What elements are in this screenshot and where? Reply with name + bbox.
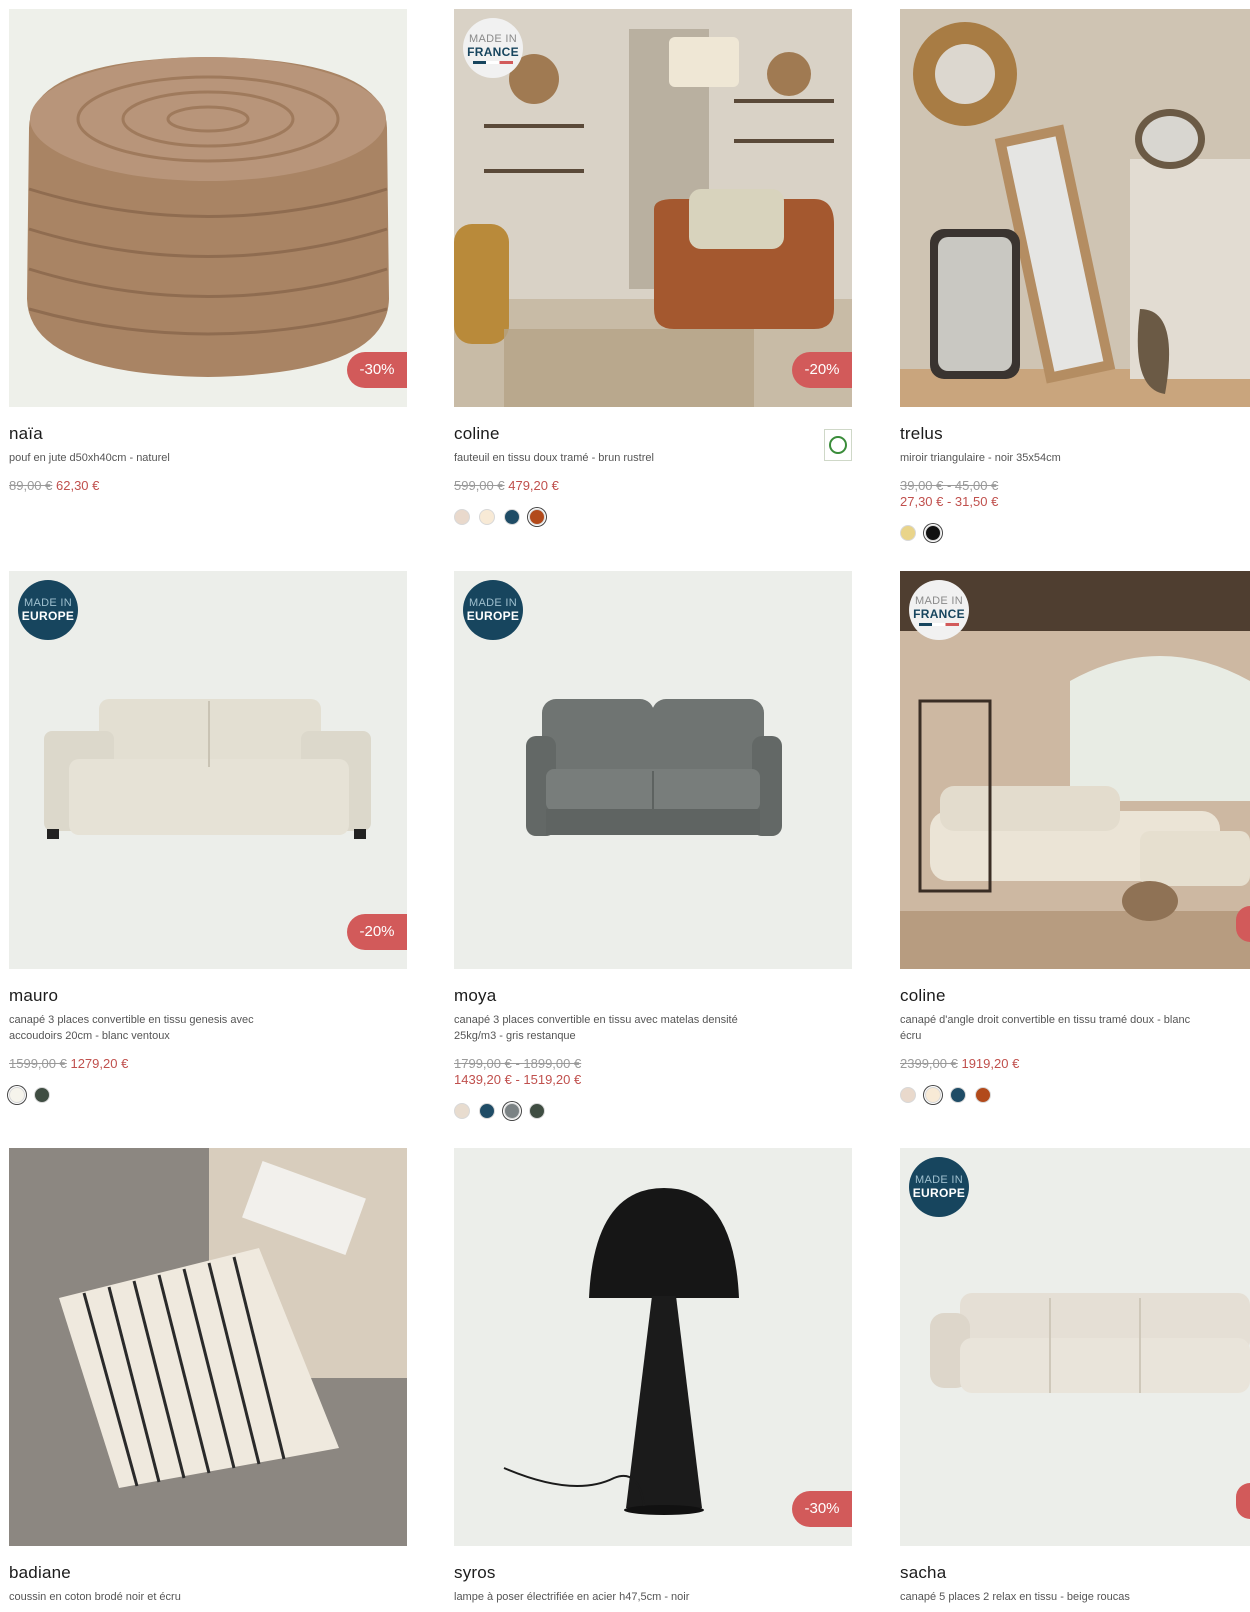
- color-swatch[interactable]: [975, 1086, 991, 1103]
- color-swatch[interactable]: [454, 1102, 470, 1119]
- new-price: 1919,20 €: [961, 1056, 1020, 1071]
- made-in-europe-badge: MADE IN EUROPE: [909, 1157, 969, 1217]
- color-swatch[interactable]: [529, 1102, 545, 1119]
- new-price: 62,30 €: [56, 478, 100, 493]
- old-price: 1799,00 € - 1899,00 €: [454, 1056, 582, 1071]
- made-in-europe-badge: MADE IN EUROPE: [463, 580, 523, 640]
- color-swatch[interactable]: [34, 1086, 50, 1103]
- product-card[interactable]: trelus miroir triangulaire - noir 35x54c…: [900, 9, 1250, 544]
- discount-badge-cut: [1236, 1483, 1250, 1519]
- color-swatch[interactable]: [454, 508, 470, 525]
- product-description: miroir triangulaire - noir 35x54cm: [900, 452, 1061, 464]
- product-description: canapé 3 places convertible en tissu ave…: [454, 1014, 738, 1042]
- mirrors-image: [900, 9, 1250, 407]
- french-flag-stripe: [919, 622, 959, 626]
- color-swatch[interactable]: [925, 1086, 941, 1103]
- made-in-france-badge: MADE IN FRANCE: [463, 18, 523, 78]
- color-swatches: [900, 1086, 1250, 1106]
- old-price: 39,00 € - 45,00 €: [900, 478, 999, 493]
- french-flag-stripe: [473, 60, 513, 64]
- color-swatches: [9, 1086, 407, 1106]
- product-card[interactable]: -30% naïa pouf en jute d50xh40cm - natur…: [9, 9, 407, 494]
- old-price: 89,00 €: [9, 478, 53, 493]
- new-price: 1279,20 €: [70, 1056, 129, 1071]
- color-swatch[interactable]: [900, 524, 916, 541]
- product-description: pouf en jute d50xh40cm - naturel: [9, 452, 170, 464]
- product-description: coussin en coton brodé noir et écru: [9, 1591, 181, 1603]
- product-name[interactable]: coline: [454, 424, 852, 446]
- old-price: 599,00 €: [454, 478, 505, 493]
- color-swatches: [900, 524, 1250, 544]
- color-swatch[interactable]: [504, 1102, 520, 1119]
- color-swatch[interactable]: [900, 1086, 916, 1103]
- product-price: 599,00 € 479,20 €: [454, 478, 852, 494]
- product-price: 89,00 € 62,30 €: [9, 478, 407, 494]
- jute-pouf-image: [9, 9, 407, 407]
- discount-badge: -30%: [347, 352, 407, 388]
- product-name[interactable]: sacha: [900, 1563, 1250, 1585]
- color-swatch[interactable]: [925, 524, 941, 541]
- striped-cushion-image: [9, 1148, 407, 1546]
- product-card[interactable]: -30% syros lampe à poser électrifiée en …: [454, 1148, 852, 1605]
- product-name[interactable]: trelus: [900, 424, 1250, 446]
- product-card[interactable]: MADE IN FRANCE coline canapé d'angle dro…: [900, 571, 1250, 1106]
- color-swatch[interactable]: [9, 1086, 25, 1103]
- pefc-label-icon: [824, 429, 852, 461]
- product-image[interactable]: [9, 1148, 407, 1546]
- new-price: 479,20 €: [508, 478, 559, 493]
- product-image[interactable]: MADE IN FRANCE -20%: [454, 9, 852, 407]
- color-swatch[interactable]: [529, 508, 545, 525]
- product-name[interactable]: moya: [454, 986, 852, 1008]
- product-image[interactable]: MADE IN FRANCE: [900, 571, 1250, 969]
- product-image[interactable]: -30%: [9, 9, 407, 407]
- made-in-france-badge: MADE IN FRANCE: [909, 580, 969, 640]
- product-image[interactable]: [900, 9, 1250, 407]
- discount-badge: -30%: [792, 1491, 852, 1527]
- color-swatch[interactable]: [504, 508, 520, 525]
- color-swatch[interactable]: [950, 1086, 966, 1103]
- old-price: 1599,00 €: [9, 1056, 67, 1071]
- color-swatch[interactable]: [479, 508, 495, 525]
- discount-badge-cut: [1236, 906, 1250, 942]
- product-description: canapé 5 places 2 relax en tissu - beige…: [900, 1591, 1130, 1603]
- product-image[interactable]: -30%: [454, 1148, 852, 1546]
- product-name[interactable]: coline: [900, 986, 1250, 1008]
- product-price: 2399,00 € 1919,20 €: [900, 1056, 1250, 1072]
- discount-badge: -20%: [792, 352, 852, 388]
- product-description: canapé d'angle droit convertible en tiss…: [900, 1014, 1191, 1042]
- new-price: 27,30 € - 31,50 €: [900, 494, 999, 509]
- product-description: canapé 3 places convertible en tissu gen…: [9, 1014, 254, 1042]
- product-description: lampe à poser électrifiée en acier h47,5…: [454, 1591, 690, 1603]
- color-swatches: [454, 508, 852, 528]
- product-card[interactable]: badiane coussin en coton brodé noir et é…: [9, 1148, 407, 1605]
- product-card[interactable]: MADE IN FRANCE -20% coline fauteuil en t…: [454, 9, 852, 528]
- product-image[interactable]: MADE IN EUROPE: [900, 1148, 1250, 1546]
- old-price: 2399,00 €: [900, 1056, 958, 1071]
- color-swatches: [454, 1102, 852, 1122]
- discount-badge: -20%: [347, 914, 407, 950]
- product-image[interactable]: MADE IN EUROPE: [454, 571, 852, 969]
- made-in-europe-badge: MADE IN EUROPE: [18, 580, 78, 640]
- product-name[interactable]: syros: [454, 1563, 852, 1585]
- product-price: 39,00 € - 45,00 € 27,30 € - 31,50 €: [900, 478, 1250, 510]
- product-card[interactable]: MADE IN EUROPE moya canapé 3 places conv…: [454, 571, 852, 1122]
- product-price: 1799,00 € - 1899,00 € 1439,20 € - 1519,2…: [454, 1056, 852, 1088]
- product-description: fauteuil en tissu doux tramé - brun rust…: [454, 452, 654, 464]
- color-swatch[interactable]: [479, 1102, 495, 1119]
- product-card[interactable]: MADE IN EUROPE sacha canapé 5 places 2 r…: [900, 1148, 1250, 1605]
- product-image[interactable]: MADE IN EUROPE -20%: [9, 571, 407, 969]
- product-card[interactable]: MADE IN EUROPE -20% mauro canapé 3 place…: [9, 571, 407, 1106]
- product-name[interactable]: naïa: [9, 424, 407, 446]
- product-price: 1599,00 € 1279,20 €: [9, 1056, 407, 1072]
- product-name[interactable]: mauro: [9, 986, 407, 1008]
- black-lamp-image: [454, 1148, 852, 1546]
- new-price: 1439,20 € - 1519,20 €: [454, 1072, 582, 1087]
- product-name[interactable]: badiane: [9, 1563, 407, 1585]
